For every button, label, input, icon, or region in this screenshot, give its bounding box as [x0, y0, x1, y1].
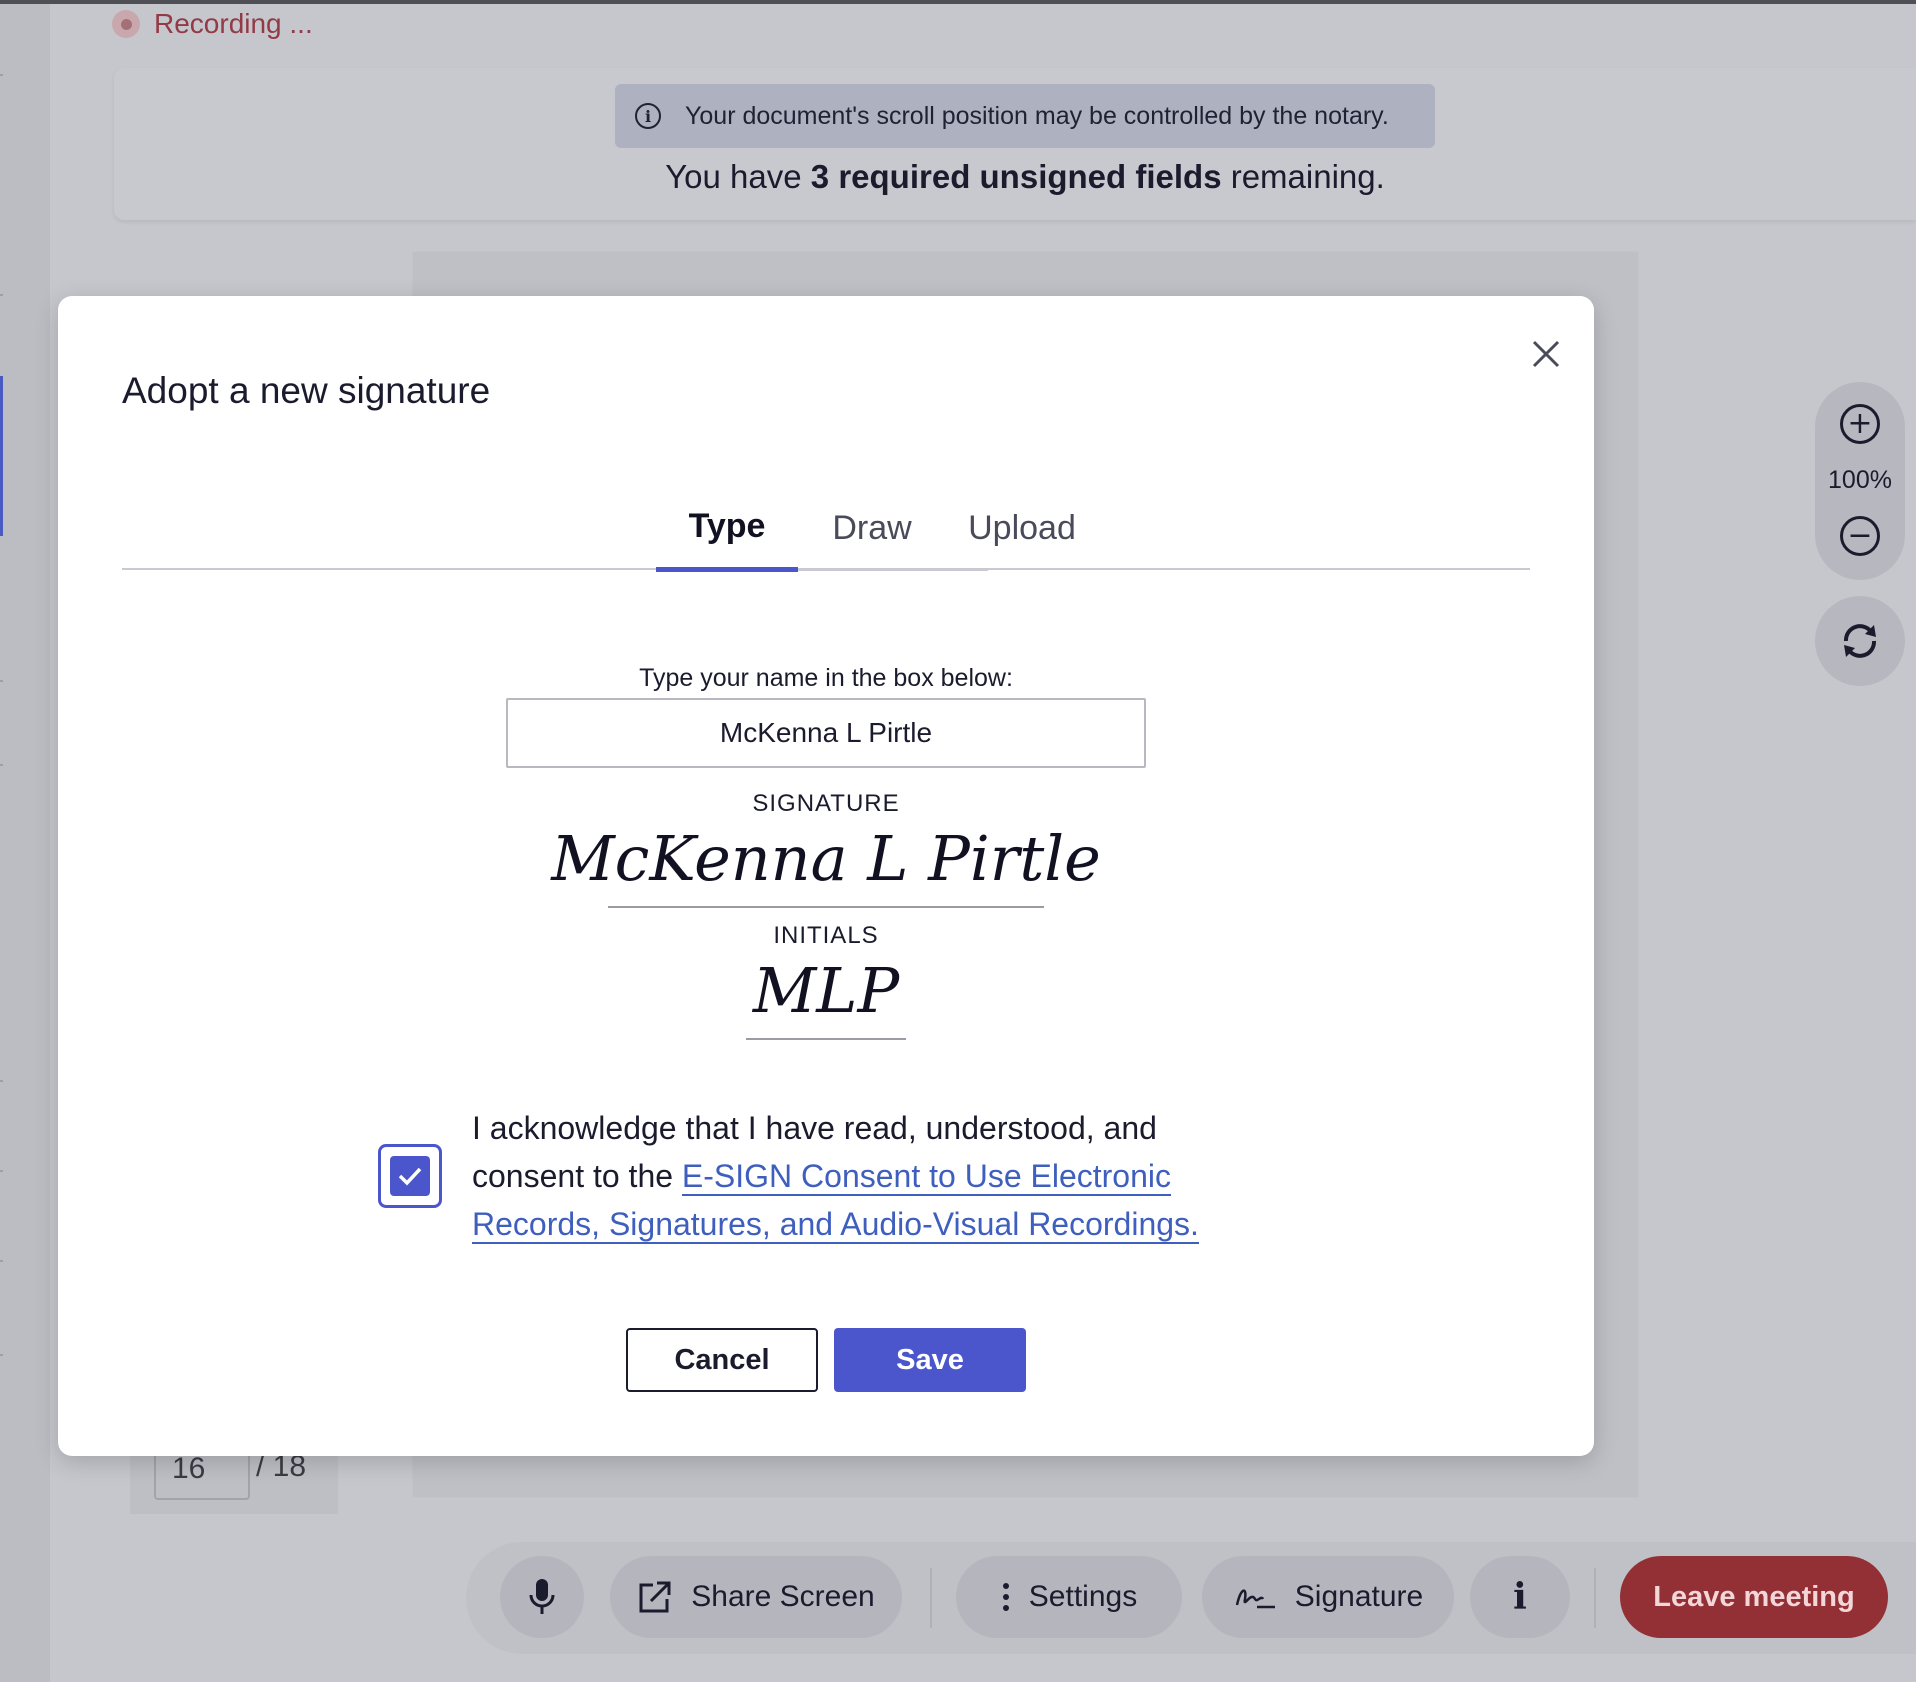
- tab-type[interactable]: Type: [656, 486, 798, 572]
- modal-title: Adopt a new signature: [122, 370, 491, 411]
- sidebar-tick: [0, 294, 3, 296]
- close-icon: [1532, 340, 1560, 368]
- consent-checkbox[interactable]: [378, 1144, 442, 1208]
- share-screen-button[interactable]: Share Screen: [610, 1556, 902, 1638]
- toolbar-divider: [930, 1568, 932, 1628]
- scroll-notice-text: Your document's scroll position may be c…: [685, 101, 1389, 130]
- adopt-signature-modal: Adopt a new signature Type Draw Upload T…: [58, 296, 1594, 1456]
- required-count: 3 required unsigned fields: [810, 158, 1222, 195]
- signature-baseline: [608, 906, 1044, 908]
- sidebar-tick: [0, 1080, 3, 1082]
- signature-icon: [1235, 1589, 1275, 1609]
- window-top-border: [0, 0, 1916, 4]
- meeting-toolbar: Share Screen Settings Signature i Leave …: [466, 1542, 1916, 1654]
- consent-text: I acknowledge that I have read, understo…: [472, 1104, 1272, 1248]
- more-vertical-icon: [1002, 1583, 1009, 1611]
- tab-upload[interactable]: Upload: [948, 486, 1096, 570]
- refresh-icon: [1844, 624, 1876, 658]
- signature-tabs: Type Draw Upload: [122, 486, 1530, 572]
- sidebar-active-indicator: [0, 376, 3, 536]
- recording-indicator: Recording ...: [112, 8, 313, 40]
- required-fields-message: You have 3 required unsigned fields rema…: [114, 158, 1916, 196]
- info-icon: i: [635, 103, 661, 129]
- name-input-label: Type your name in the box below:: [639, 664, 1013, 692]
- cancel-button[interactable]: Cancel: [626, 1328, 818, 1392]
- sidebar-tick: [0, 764, 3, 766]
- signature-heading: SIGNATURE: [752, 790, 900, 817]
- zoom-controls: + 100% −: [1815, 382, 1905, 580]
- close-button[interactable]: [1524, 332, 1568, 376]
- required-suffix: remaining.: [1221, 158, 1385, 195]
- leave-meeting-button[interactable]: Leave meeting: [1620, 1556, 1888, 1638]
- toolbar-divider: [1594, 1568, 1596, 1628]
- settings-label: Settings: [1028, 1580, 1138, 1613]
- sidebar-tick: [0, 680, 3, 682]
- sidebar-tick: [0, 1354, 3, 1356]
- record-icon: [112, 10, 140, 38]
- info-i-icon: i: [1513, 1576, 1527, 1618]
- initials-baseline: [746, 1038, 906, 1040]
- zoom-level: 100%: [1828, 466, 1892, 494]
- left-sidebar: [0, 4, 50, 1682]
- scroll-notice: i Your document's scroll position may be…: [615, 84, 1435, 148]
- check-icon: [398, 1167, 422, 1186]
- initials-heading: INITIALS: [773, 922, 879, 949]
- signature-button[interactable]: Signature: [1202, 1556, 1454, 1638]
- zoom-out-icon[interactable]: −: [1840, 516, 1880, 556]
- save-button[interactable]: Save: [834, 1328, 1026, 1392]
- initials-preview: MLP: [752, 954, 900, 1027]
- external-link-icon: [639, 1581, 671, 1613]
- sidebar-tick: [0, 74, 3, 76]
- share-screen-label: Share Screen: [691, 1580, 875, 1613]
- tab-draw[interactable]: Draw: [812, 486, 932, 570]
- settings-button[interactable]: Settings: [956, 1556, 1182, 1638]
- sidebar-tick: [0, 1170, 3, 1172]
- signature-label: Signature: [1294, 1580, 1424, 1613]
- checkbox-fill: [390, 1156, 430, 1196]
- name-input[interactable]: [506, 698, 1146, 768]
- rotate-button[interactable]: [1815, 596, 1905, 686]
- signature-preview: McKenna L Pirtle: [551, 822, 1101, 895]
- microphone-button[interactable]: [500, 1556, 584, 1638]
- required-prefix: You have: [665, 158, 811, 195]
- info-button[interactable]: i: [1470, 1556, 1570, 1638]
- zoom-in-icon[interactable]: +: [1840, 404, 1880, 444]
- microphone-icon: [529, 1579, 555, 1614]
- sidebar-tick: [0, 1260, 3, 1262]
- recording-label: Recording ...: [154, 8, 313, 39]
